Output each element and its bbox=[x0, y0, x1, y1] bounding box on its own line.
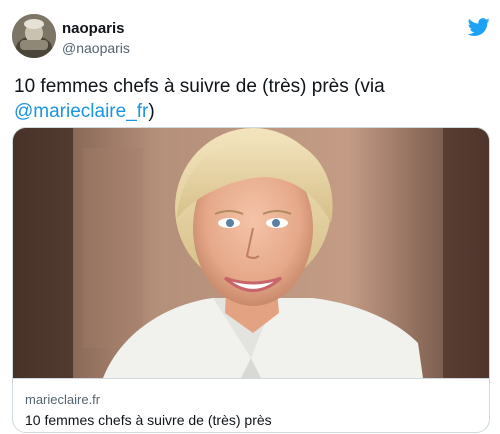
card-title[interactable]: 10 femmes chefs à suivre de (très) près bbox=[25, 412, 272, 428]
chef-portrait-photo bbox=[13, 128, 489, 378]
tweet-text-body: 10 femmes chefs à suivre de (très) près … bbox=[14, 76, 385, 97]
tweet-text: 10 femmes chefs à suivre de (très) près … bbox=[14, 74, 484, 124]
card-meta[interactable]: marieclaire.fr 10 femmes chefs à suivre … bbox=[13, 378, 489, 432]
user-handle[interactable]: @naoparis bbox=[62, 40, 130, 56]
tweet-text-end: ) bbox=[148, 101, 155, 122]
avatar[interactable] bbox=[12, 14, 56, 58]
tweet: naoparis @naoparis 10 femmes chefs à sui… bbox=[0, 0, 500, 434]
avatar-image bbox=[12, 14, 56, 58]
link-card[interactable]: marieclaire.fr 10 femmes chefs à suivre … bbox=[12, 127, 490, 433]
mention-link[interactable]: @marieclaire_fr bbox=[14, 101, 148, 122]
twitter-bird-icon[interactable] bbox=[468, 16, 490, 38]
card-domain: marieclaire.fr bbox=[25, 392, 101, 407]
card-image[interactable] bbox=[13, 128, 489, 378]
display-name[interactable]: naoparis bbox=[62, 20, 125, 37]
